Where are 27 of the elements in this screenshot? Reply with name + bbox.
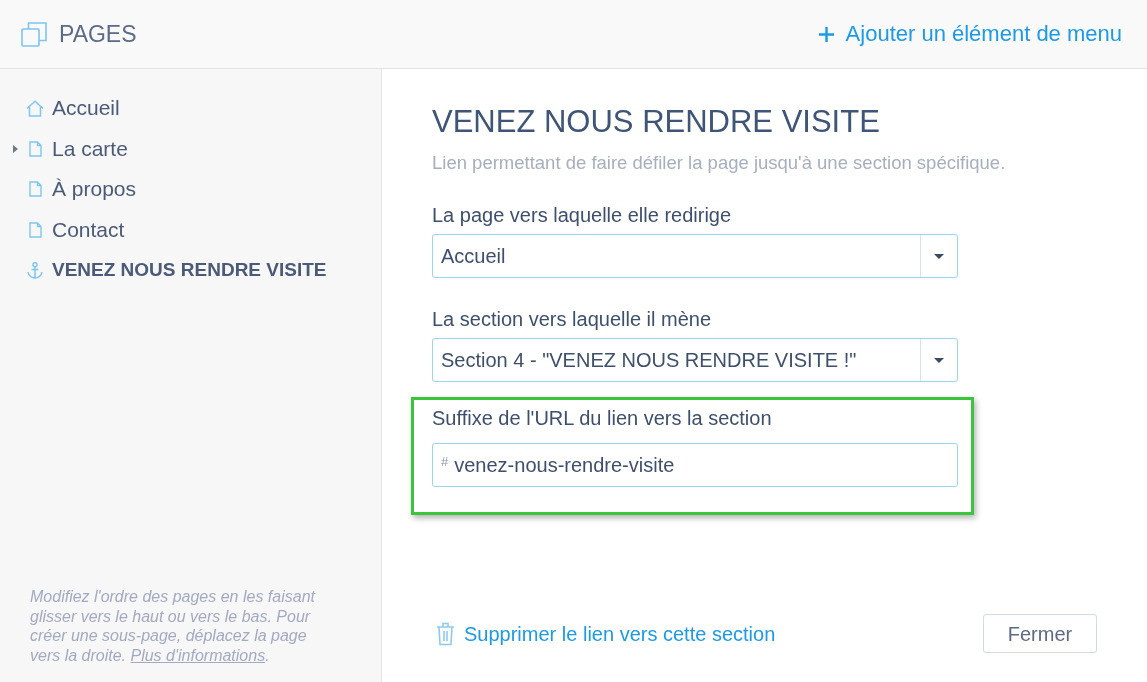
sidebar-item[interactable]: VENEZ NOUS RENDRE VISITE <box>26 257 327 284</box>
dropdown-select[interactable]: Section 4 - "VENEZ NOUS RENDRE VISITE !" <box>432 338 958 382</box>
help-text: Modifiez l'ordre des pages en les faisant glisser vers le haut ou vers le bas. Pour créer une sous-page, déplacez la page vers la droite. Plus d'informations. <box>30 587 317 665</box>
text-input[interactable]: # venez-nous-rendre-visite <box>432 443 958 487</box>
section-description: Lien permettant de faire défiler la page jusqu'à une section spécifique. <box>432 152 1007 174</box>
close-button[interactable]: Fermer <box>983 614 1097 653</box>
home-icon <box>26 99 44 117</box>
expand-caret-icon[interactable] <box>12 144 18 153</box>
plus-icon <box>818 26 834 42</box>
caret-icon <box>934 253 944 259</box>
sidebar-item[interactable]: Accueil <box>26 95 120 122</box>
pages-icon <box>21 21 47 47</box>
section-title: VENEZ NOUS RENDRE VISITE <box>432 104 881 140</box>
page-icon <box>28 140 42 157</box>
field-label: Suffixe de l'URL du lien vers la section <box>432 406 773 430</box>
field-label: La section vers laquelle il mène <box>432 307 713 331</box>
page-icon <box>28 221 42 238</box>
header-title: PAGES <box>59 20 137 48</box>
sidebar-item[interactable]: La carte <box>26 135 128 162</box>
trash-icon <box>436 621 455 646</box>
field-label: La page vers laquelle elle redirige <box>432 203 733 227</box>
page-icon <box>28 181 42 198</box>
sidebar-item[interactable]: Contact <box>26 216 125 243</box>
dropdown-select[interactable]: Accueil <box>432 234 958 278</box>
caret-icon <box>934 357 944 363</box>
anchor-icon <box>27 261 43 279</box>
sidebar-item[interactable]: À propos <box>26 176 137 203</box>
